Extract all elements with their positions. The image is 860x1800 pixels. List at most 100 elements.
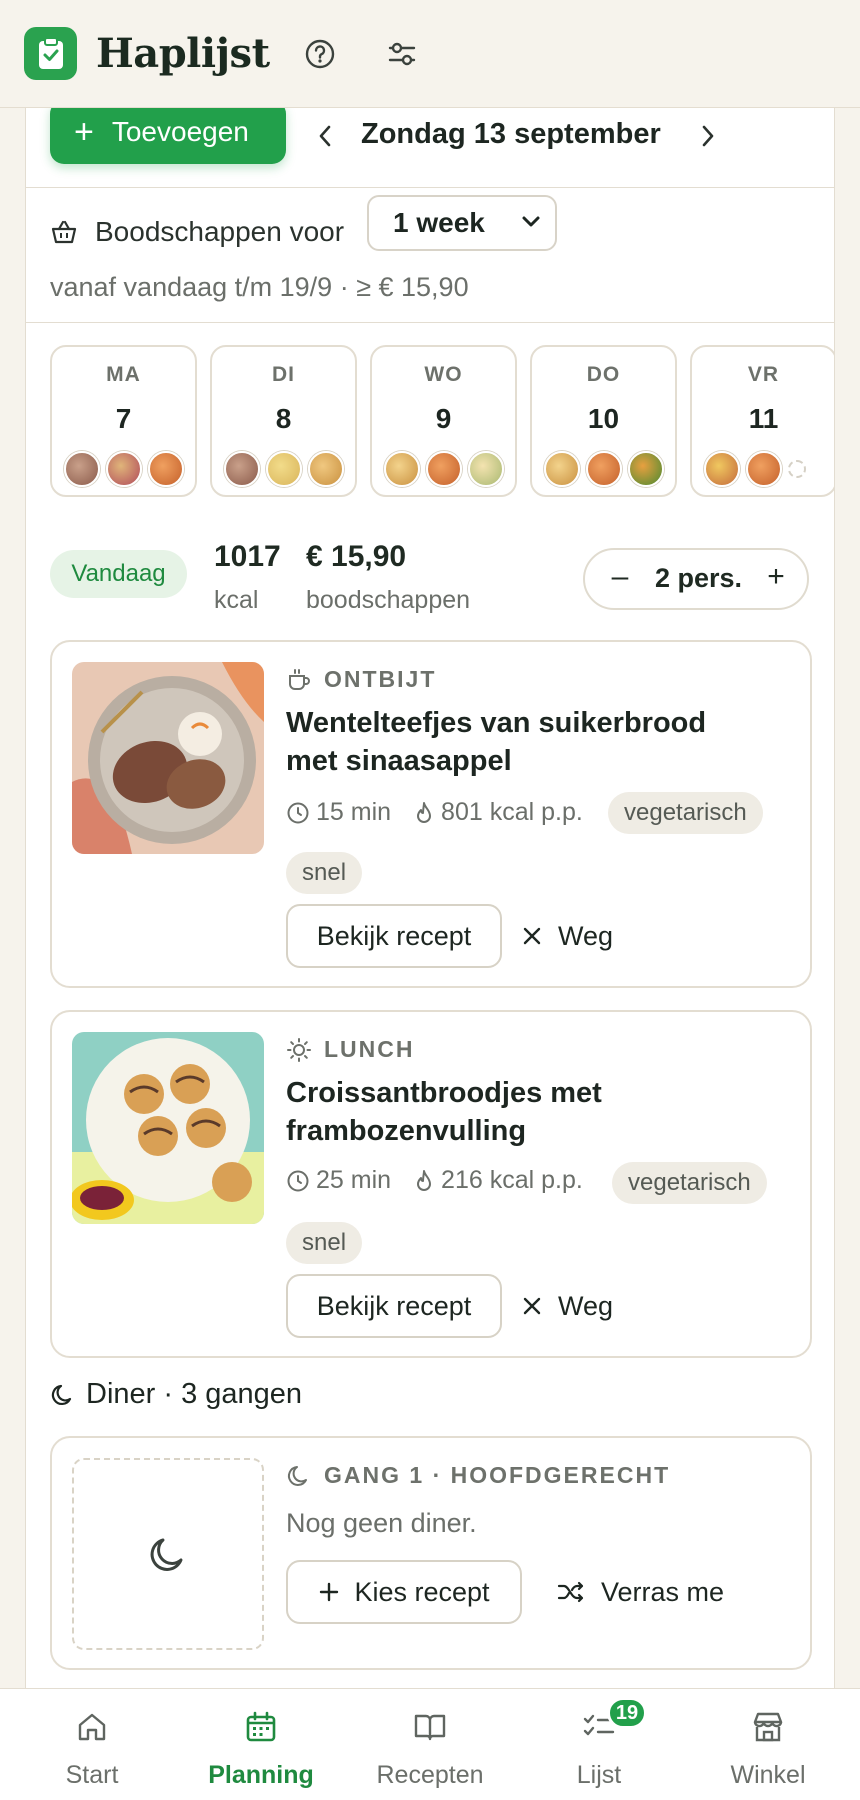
meal-thumbnail: [224, 451, 260, 487]
meal-type: ONTBIJT: [286, 666, 436, 693]
current-date: Zondag 13 september: [361, 118, 661, 150]
meal-time: 25 min: [316, 1166, 392, 1194]
flame-icon: [417, 801, 432, 823]
chevron-right-icon: [702, 125, 714, 147]
previous-day-button[interactable]: [308, 116, 342, 156]
day-name: MA: [106, 363, 141, 386]
lunch-image: [72, 1032, 264, 1224]
plus-icon: +: [74, 113, 94, 151]
breakfast-image: [72, 662, 264, 854]
day-card-wo[interactable]: WO 9: [370, 345, 517, 497]
day-card-di[interactable]: DI 8: [210, 345, 357, 497]
day-name: DI: [272, 363, 295, 386]
tag-vegetarian: vegetarisch: [612, 1162, 767, 1204]
nav-winkel[interactable]: Winkel: [682, 1689, 854, 1800]
today-badge[interactable]: Vandaag: [50, 550, 187, 598]
chevron-left-icon: [319, 125, 331, 147]
empty-dinner-text: Nog geen diner.: [286, 1508, 477, 1538]
choose-recipe-button[interactable]: Kies recept: [286, 1560, 522, 1624]
meal-title[interactable]: Wentelteefjes van suikerbrood met sinaas…: [286, 704, 786, 780]
course-label: GANG 1 · HOOFDGERECHT: [286, 1462, 670, 1489]
meal-thumbnail: [148, 451, 184, 487]
surprise-me-button[interactable]: Verras me: [557, 1560, 724, 1624]
tag-quick: snel: [286, 852, 363, 894]
meal-thumbnail: [544, 451, 580, 487]
sun-icon: [287, 1037, 311, 1062]
day-number: 10: [587, 403, 620, 434]
period-select[interactable]: 1 week: [367, 195, 557, 251]
cost-label: boodschappen: [306, 586, 471, 614]
sliders-icon[interactable]: [382, 34, 422, 74]
meal-title[interactable]: Croissantbroodjes met frambozenvulling: [286, 1074, 786, 1150]
moon-icon: [51, 1384, 72, 1405]
planning-panel: + Toevoegen Zondag 13 september Boodscha…: [25, 108, 835, 1688]
shopping-label: Boodschappen voor: [95, 216, 345, 247]
day-name: VR: [747, 363, 780, 386]
list-count-badge: 19: [607, 1697, 647, 1729]
basket-icon: [50, 218, 78, 246]
persons-value: 2 pers.: [655, 563, 743, 593]
day-number: 7: [115, 403, 132, 434]
meal-thumbnail: [426, 451, 462, 487]
day-summary: Vandaag 1017 kcal € 15,90 boodschappen –…: [26, 528, 834, 618]
meal-time: 15 min: [316, 798, 392, 826]
kcal-value: 1017: [214, 540, 281, 573]
nav-recepten[interactable]: Recepten: [344, 1689, 516, 1800]
decrease-persons-button[interactable]: –: [603, 560, 637, 598]
increase-persons-button[interactable]: +: [759, 560, 793, 598]
meal-thumbnail: [384, 451, 420, 487]
day-name: WO: [424, 363, 463, 386]
day-card-do[interactable]: DO 10: [530, 345, 677, 497]
meal-thumbnail: [586, 451, 622, 487]
clock-icon: [287, 1170, 309, 1191]
empty-meal-slot: [788, 460, 806, 478]
coffee-cup-icon: [289, 668, 310, 690]
meal-thumbnail: [308, 451, 344, 487]
meal-thumbnail: [746, 451, 782, 487]
moon-icon: [150, 1538, 183, 1571]
view-recipe-button[interactable]: Bekijk recept: [286, 1274, 502, 1338]
meal-thumbnail: [106, 451, 142, 487]
meal-card-breakfast: ONTBIJT Wentelteefjes van suikerbrood me…: [50, 640, 812, 988]
meal-thumbnail: [64, 451, 100, 487]
meal-meta: 15 min 801 kcal p.p.: [286, 798, 583, 827]
nav-planning[interactable]: Planning: [175, 1689, 347, 1800]
next-day-button[interactable]: [691, 116, 725, 156]
meal-thumbnail: [628, 451, 664, 487]
remove-meal-button[interactable]: Weg: [522, 904, 613, 968]
remove-meal-button[interactable]: Weg: [522, 1274, 613, 1338]
day-card-vr[interactable]: VR 11: [690, 345, 834, 497]
app-header: Haplijst: [0, 0, 860, 108]
day-name: DO: [586, 363, 621, 386]
period-select-value: 1 week: [393, 207, 485, 238]
app-title: Haplijst: [96, 30, 270, 77]
nav-lijst[interactable]: 19 Lijst: [513, 1689, 685, 1800]
chevron-down-icon: [522, 216, 540, 227]
tag-quick: snel: [286, 1222, 363, 1264]
meal-thumbnail: [704, 451, 740, 487]
calendar-icon: [246, 1711, 276, 1742]
home-icon: [78, 1713, 106, 1741]
store-icon: [753, 1712, 783, 1742]
plus-icon: [320, 1582, 339, 1602]
moon-icon: [287, 1465, 307, 1486]
add-button[interactable]: + Toevoegen: [50, 108, 286, 164]
nav-start[interactable]: Start: [6, 1689, 178, 1800]
date-navigation: + Toevoegen Zondag 13 september: [26, 108, 834, 188]
help-circle-icon[interactable]: [300, 34, 340, 74]
view-recipe-button[interactable]: Bekijk recept: [286, 904, 502, 968]
dinner-course-card: GANG 1 · HOOFDGERECHT Nog geen diner. Ki…: [50, 1436, 812, 1670]
meal-card-lunch: LUNCH Croissantbroodjes met frambozenvul…: [50, 1010, 812, 1358]
day-card-ma[interactable]: MA 7: [50, 345, 197, 497]
day-number: 8: [275, 403, 292, 434]
meal-thumbnail: [468, 451, 504, 487]
tag-vegetarian: vegetarisch: [608, 792, 763, 834]
close-icon: [523, 1297, 541, 1315]
flame-icon: [417, 1169, 432, 1191]
close-icon: [523, 927, 541, 945]
kcal-label: kcal: [214, 586, 259, 614]
meal-meta: 25 min 216 kcal p.p.: [286, 1166, 583, 1195]
meal-kcal: 801 kcal p.p.: [441, 798, 583, 826]
cost-value: € 15,90: [306, 540, 407, 573]
day-number: 9: [435, 403, 452, 434]
